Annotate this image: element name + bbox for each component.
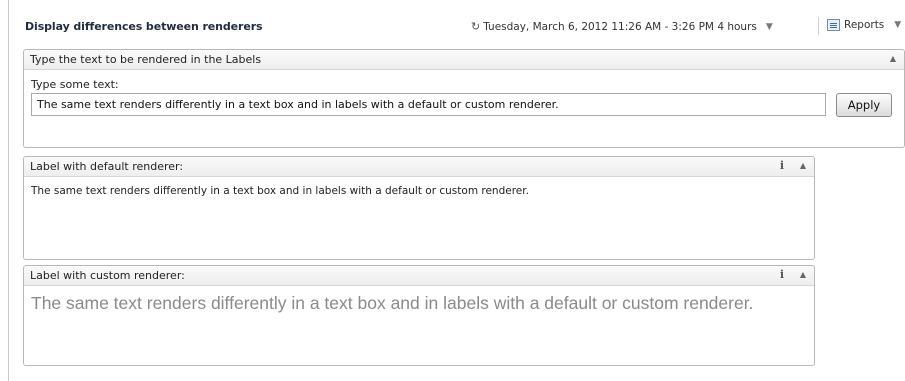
- custom-renderer-label: The same text renders differently in a t…: [31, 293, 754, 313]
- reports-menu-button[interactable]: Reports ▼: [827, 19, 901, 31]
- default-renderer-panel: Label with default renderer: i ▲ The sam…: [23, 156, 815, 260]
- apply-button[interactable]: Apply: [836, 93, 892, 117]
- default-panel-header: Label with default renderer: i ▲: [24, 157, 814, 177]
- input-panel-header: Type the text to be rendered in the Labe…: [24, 50, 904, 70]
- report-icon: [827, 19, 840, 31]
- text-input[interactable]: [31, 93, 826, 116]
- header-divider: [818, 17, 819, 35]
- time-range-label: Tuesday, March 6, 2012 11:26 AM - 3:26 P…: [483, 20, 757, 33]
- collapse-up-icon[interactable]: ▲: [800, 161, 806, 170]
- time-range-selector[interactable]: ↻ Tuesday, March 6, 2012 11:26 AM - 3:26…: [471, 20, 773, 33]
- page-title: Display differences between renderers: [25, 20, 263, 33]
- field-label: Type some text:: [31, 78, 119, 91]
- info-icon[interactable]: i: [780, 268, 784, 281]
- custom-renderer-panel: Label with custom renderer: i ▲ The same…: [23, 265, 815, 366]
- info-icon[interactable]: i: [780, 159, 784, 172]
- default-panel-title: Label with default renderer:: [30, 160, 184, 173]
- default-renderer-label: The same text renders differently in a t…: [31, 185, 529, 197]
- dashboard-frame: Display differences between renderers ↻ …: [8, 0, 905, 381]
- chevron-down-icon[interactable]: ▼: [894, 20, 901, 30]
- reports-label: Reports: [844, 19, 885, 31]
- input-panel: Type the text to be rendered in the Labe…: [23, 49, 905, 148]
- custom-panel-title: Label with custom renderer:: [30, 269, 185, 282]
- chevron-down-icon[interactable]: ▼: [766, 22, 773, 32]
- custom-panel-header: Label with custom renderer: i ▲: [24, 266, 814, 286]
- input-panel-title: Type the text to be rendered in the Labe…: [30, 53, 262, 66]
- clock-icon: ↻: [471, 20, 481, 33]
- collapse-up-icon[interactable]: ▲: [890, 54, 896, 63]
- page-header: Display differences between renderers ↻ …: [9, 0, 905, 44]
- collapse-up-icon[interactable]: ▲: [800, 270, 806, 279]
